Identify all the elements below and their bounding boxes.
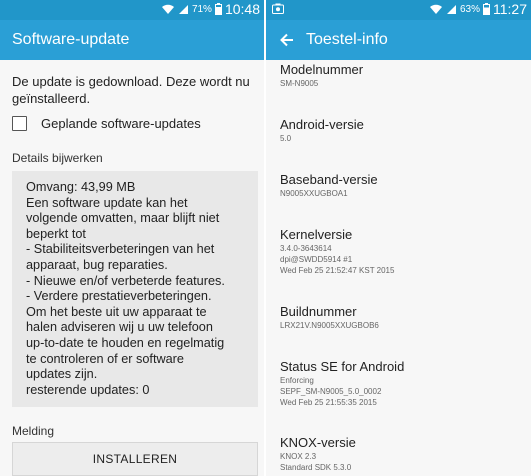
notification-section-title: Melding (12, 424, 55, 438)
details-line: - Nieuwe en/of verbeterde features. (26, 273, 225, 288)
details-line: volgende omvatten, maar blijft niet (26, 211, 220, 226)
wifi-icon (161, 4, 174, 14)
details-line: - Verdere prestatieverbeteringen. (26, 289, 212, 304)
info-label: Android-versie (280, 117, 364, 132)
page-title: Toestel-info (306, 31, 388, 48)
details-line: resterende updates: 0 (26, 382, 150, 397)
info-item-build-number[interactable]: Buildnummer LRX21V.N9005XXUGBOB6 (280, 304, 379, 331)
info-label: Buildnummer (280, 304, 357, 319)
info-label: KNOX-versie (280, 435, 356, 450)
info-value: Standard SDK 5.3.0 (280, 463, 352, 472)
status-bar: 71% 10:48 (0, 0, 264, 20)
notification-icon (272, 3, 284, 14)
details-line: updates zijn. (26, 367, 98, 382)
software-update-screen: 71% 10:48 Software-update De update is g… (0, 0, 264, 476)
info-label: Modelnummer (280, 62, 364, 77)
info-item-kernel-version[interactable]: Kernelversie 3.4.0-3643614 dpi@SWDD5914 … (280, 227, 394, 276)
scheduled-updates-option[interactable]: Geplande software-updates (12, 116, 201, 131)
info-value: KNOX 2.3 (280, 452, 317, 461)
info-item-se-android-status[interactable]: Status SE for Android Enforcing SEPF_SM-… (280, 359, 404, 408)
details-line: apparaat, bug reparaties. (26, 257, 168, 272)
app-bar: Toestel-info (266, 20, 531, 60)
info-item-baseband-version[interactable]: Baseband-versie N9005XXUGBOA1 (280, 172, 378, 199)
info-item-android-version[interactable]: Android-versie 5.0 (280, 117, 364, 144)
info-label: Baseband-versie (280, 172, 378, 187)
details-section-title: Details bijwerken (12, 151, 103, 165)
details-line: - Stabiliteitsverbeteringen van het (26, 242, 215, 257)
info-value: SEPF_SM-N9005_5.0_0002 (280, 387, 382, 396)
info-value: Wed Feb 25 21:55:35 2015 (280, 398, 377, 407)
battery-percent: 63% (459, 3, 480, 15)
details-line: te controleren of er software (26, 351, 184, 366)
info-value: N9005XXUGBOA1 (280, 189, 348, 198)
battery-icon (483, 3, 490, 15)
info-value: Enforcing (280, 376, 314, 385)
update-message: De update is gedownload. Deze wordt nu g… (12, 74, 250, 106)
info-item-model-number[interactable]: Modelnummer SM-N9005 (280, 62, 363, 89)
details-line: Om het beste uit uw apparaat te (26, 304, 207, 319)
details-line: Omvang: 43,99 MB (26, 180, 136, 194)
info-value: dpi@SWDD5914 #1 (280, 255, 353, 264)
clock: 11:27 (493, 1, 527, 17)
signal-icon (178, 5, 188, 14)
info-label: Kernelversie (280, 227, 353, 242)
scheduled-updates-label: Geplande software-updates (41, 116, 201, 131)
details-box: Omvang: 43,99 MB Een software update kan… (12, 171, 258, 407)
page-title: Software-update (12, 31, 130, 48)
signal-icon (446, 5, 456, 14)
battery-percent: 71% (191, 3, 212, 15)
details-line: Een software update kan het (26, 195, 188, 210)
wifi-icon (429, 4, 442, 14)
app-bar: Software-update (0, 20, 264, 60)
device-info-screen: 63% 11:27 Toestel-info Modelnummer SM-N9… (266, 0, 531, 476)
clock: 10:48 (224, 1, 260, 17)
details-line: up-to-date te houden en regelmatig (26, 335, 225, 350)
info-value: 3.4.0-3643614 (280, 244, 332, 253)
scheduled-updates-checkbox[interactable] (12, 116, 27, 131)
info-item-knox-version[interactable]: KNOX-versie KNOX 2.3 Standard SDK 5.3.0 (280, 435, 356, 473)
install-button[interactable]: INSTALLEREN (12, 442, 258, 476)
info-value: SM-N9005 (280, 79, 319, 88)
battery-icon (214, 3, 222, 15)
info-value: Wed Feb 25 21:52:47 KST 2015 (280, 266, 395, 275)
details-line: halen adviseren wij u uw telefoon (26, 320, 213, 335)
info-value: LRX21V.N9005XXUGBOB6 (280, 321, 379, 330)
status-bar: 63% 11:27 (266, 0, 531, 20)
back-arrow-icon[interactable] (280, 33, 294, 47)
info-label: Status SE for Android (280, 359, 405, 374)
info-value: 5.0 (280, 134, 292, 143)
details-line: beperkt tot (26, 226, 86, 241)
